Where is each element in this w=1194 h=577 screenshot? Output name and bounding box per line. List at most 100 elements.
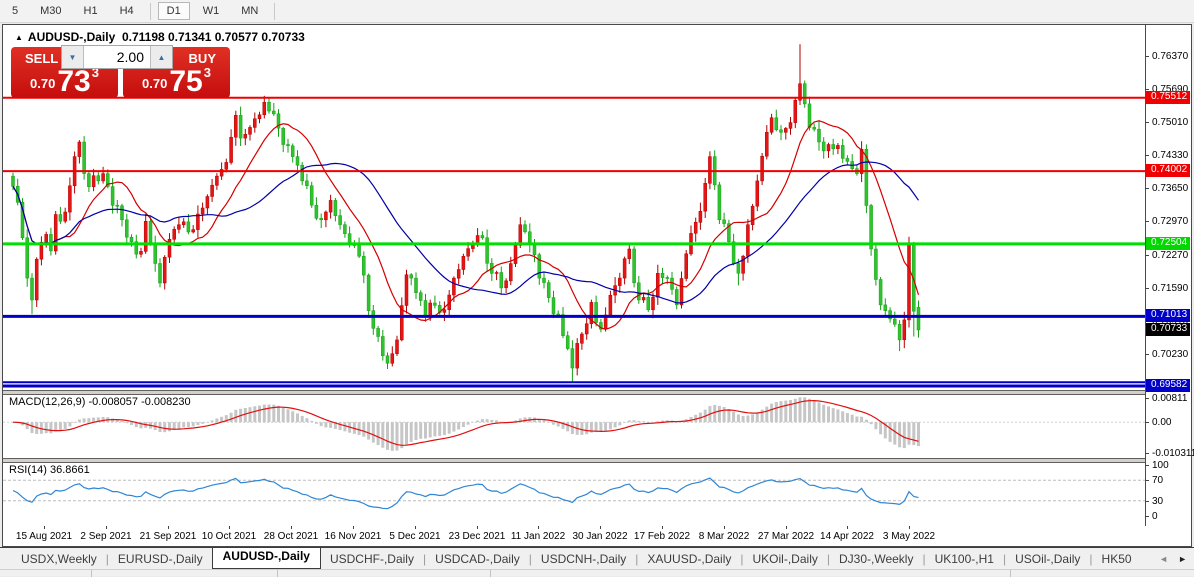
date-tick-mark <box>662 526 663 529</box>
volume-stepper: ▼ 2.00 ▲ <box>61 45 173 69</box>
chart-tab-bar: USDX,Weekly|EURUSD-,DailyAUDUSD-,DailyUS… <box>0 547 1194 569</box>
symbol-arrow-icon: ▲ <box>15 33 23 42</box>
date-label: 23 Dec 2021 <box>449 531 506 542</box>
toolbar-separator <box>274 3 275 20</box>
rsi-tick-mark <box>1146 465 1149 466</box>
date-axis[interactable]: 15 Aug 20212 Sep 202121 Sep 202110 Oct 2… <box>3 526 1145 546</box>
date-tick-mark <box>600 526 601 529</box>
date-tick-mark <box>353 526 354 529</box>
date-label: 21 Sep 2021 <box>140 531 197 542</box>
tab-usdx-weekly[interactable]: USDX,Weekly <box>12 550 106 568</box>
tab-hk50[interactable]: HK50 <box>1093 550 1141 568</box>
rsi-tick: 100 <box>1152 460 1169 471</box>
toolbar-separator <box>150 3 151 20</box>
status-strip <box>0 569 1194 576</box>
date-label: 16 Nov 2021 <box>325 531 382 542</box>
date-label: 27 Mar 2022 <box>758 531 814 542</box>
timeframe-button-mn[interactable]: MN <box>232 2 267 20</box>
tab-usoil-daily[interactable]: USOil-,Daily <box>1006 550 1089 568</box>
buy-label: BUY <box>189 51 216 66</box>
macd-label: MACD(12,26,9) -0.008057 -0.008230 <box>9 396 191 408</box>
price-tick: 0.76370 <box>1152 51 1188 62</box>
timeframe-button-h1[interactable]: H1 <box>75 2 107 20</box>
timeframe-button-d1[interactable]: D1 <box>158 2 190 20</box>
rsi-tick: 70 <box>1152 475 1163 486</box>
price-tick-mark <box>1146 354 1149 355</box>
buy-price: 0.70 75 3 <box>123 65 230 95</box>
rsi-value: 36.8661 <box>50 464 90 476</box>
date-tick-mark <box>291 526 292 529</box>
date-tick-mark <box>44 526 45 529</box>
tab-xauusd-daily[interactable]: XAUUSD-,Daily <box>638 550 740 568</box>
sell-price-big: 73 <box>57 68 90 95</box>
price-axis[interactable]: 0.763700.756900.750100.743300.736500.729… <box>1145 25 1191 526</box>
date-label: 8 Mar 2022 <box>699 531 750 542</box>
timeframe-button-h4[interactable]: H4 <box>111 2 143 20</box>
price-level-label: 0.70733 <box>1146 323 1190 336</box>
tab-scroll-controls: ◄► <box>1151 548 1191 569</box>
macd-values: -0.008057 -0.008230 <box>88 396 190 408</box>
date-tick-mark <box>106 526 107 529</box>
sell-price-prefix: 0.70 <box>30 76 55 91</box>
volume-decrease-button[interactable]: ▼ <box>62 46 84 68</box>
volume-increase-button[interactable]: ▲ <box>150 46 172 68</box>
date-tick-mark <box>909 526 910 529</box>
macd-tick-mark <box>1146 398 1149 399</box>
date-tick-mark <box>415 526 416 529</box>
rsi-tick-mark <box>1146 501 1149 502</box>
buy-price-sup: 3 <box>204 65 211 80</box>
date-tick-mark <box>847 526 848 529</box>
price-tick-mark <box>1146 155 1149 156</box>
macd-tick-mark <box>1146 453 1149 454</box>
tab-eurusd-daily[interactable]: EURUSD-,Daily <box>109 550 212 568</box>
price-tick-mark <box>1146 288 1149 289</box>
chart-title: ▲AUDUSD-,Daily 0.71198 0.71341 0.70577 0… <box>15 30 305 44</box>
timeframe-toolbar: 5M30 H1H4 D1W1MN <box>0 0 1194 23</box>
price-tick-mark <box>1146 255 1149 256</box>
timeframe-button-w1[interactable]: W1 <box>194 2 229 20</box>
date-label: 10 Oct 2021 <box>202 531 256 542</box>
tab-usdchf-daily[interactable]: USDCHF-,Daily <box>321 550 423 568</box>
tab-dj30-weekly[interactable]: DJ30-,Weekly <box>830 550 922 568</box>
tab-scroll-right-icon[interactable]: ► <box>1178 554 1187 564</box>
buy-price-big: 75 <box>169 68 202 95</box>
sell-price: 0.70 73 3 <box>11 65 118 95</box>
tab-ukoil-daily[interactable]: UKOil-,Daily <box>744 550 827 568</box>
date-label: 5 Dec 2021 <box>389 531 440 542</box>
timeframe-button-5[interactable]: 5 <box>3 2 27 20</box>
one-click-trade-panel: SELL 0.70 73 3 BUY 0.70 75 3 ▼ 2.00 ▲ <box>11 45 233 123</box>
date-label: 30 Jan 2022 <box>572 531 627 542</box>
date-tick-mark <box>168 526 169 529</box>
date-tick-mark <box>786 526 787 529</box>
date-label: 2 Sep 2021 <box>80 531 131 542</box>
price-tick-mark <box>1146 221 1149 222</box>
chart-ohlc-values: 0.71198 0.71341 0.70577 0.70733 <box>122 30 305 44</box>
tab-uk100-h1[interactable]: UK100-,H1 <box>926 550 1003 568</box>
price-level-label: 0.69582 <box>1146 379 1190 392</box>
price-tick: 0.70230 <box>1152 349 1188 360</box>
tab-scroll-left-icon[interactable]: ◄ <box>1159 554 1168 564</box>
tab-audusd-daily[interactable]: AUDUSD-,Daily <box>212 547 321 569</box>
tab-usdcad-daily[interactable]: USDCAD-,Daily <box>426 550 529 568</box>
price-level-label: 0.74002 <box>1146 164 1190 177</box>
price-level-label: 0.75512 <box>1146 91 1190 104</box>
price-tick-mark <box>1146 89 1149 90</box>
rsi-name: RSI(14) <box>9 464 47 476</box>
timeframe-button-m30[interactable]: M30 <box>31 2 70 20</box>
rsi-tick-mark <box>1146 480 1149 481</box>
price-tick: 0.72970 <box>1152 216 1188 227</box>
price-tick: 0.75010 <box>1152 117 1188 128</box>
price-tick: 0.74330 <box>1152 150 1188 161</box>
volume-input[interactable]: 2.00 <box>84 46 150 68</box>
rsi-tick-mark <box>1146 516 1149 517</box>
rsi-tick: 0 <box>1152 511 1158 522</box>
price-tick-mark <box>1146 122 1149 123</box>
date-label: 14 Apr 2022 <box>820 531 874 542</box>
rsi-panel[interactable] <box>3 461 1145 526</box>
macd-tick: 0.00811 <box>1152 393 1187 404</box>
tab-usdcnh-daily[interactable]: USDCNH-,Daily <box>532 550 635 568</box>
price-level-label: 0.72504 <box>1146 237 1190 250</box>
date-tick-mark <box>724 526 725 529</box>
price-tick: 0.73650 <box>1152 183 1188 194</box>
macd-tick: -0.010311 <box>1152 448 1194 459</box>
